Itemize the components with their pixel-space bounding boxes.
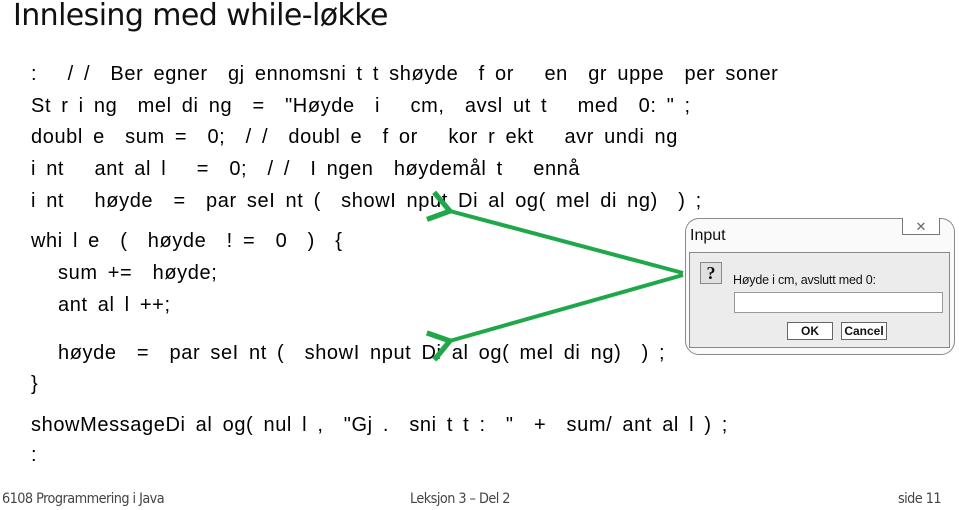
input-dialog: Input ✕ ? Høyde i cm, avslutt med 0: OK … xyxy=(685,218,955,355)
code-line-show-message: showMessageDi al og( nul l , "Gj . sni t… xyxy=(31,414,728,436)
ok-button[interactable]: OK xyxy=(787,322,833,340)
code-line-hoyde-read: høyde = par seI nt ( showI nput Di al og… xyxy=(58,342,666,364)
arrow-to-second-dialog-call xyxy=(446,273,684,342)
code-line-comment: : / / Ber egner gj ennomsni t t shøyde f… xyxy=(31,63,779,85)
code-line-sum: doubl e sum = 0; / / doubl e f or kor r … xyxy=(31,126,678,148)
arrow-to-first-dialog-call xyxy=(446,210,684,275)
code-line-sum-add: sum += høyde; xyxy=(58,262,218,284)
code-line-antall: i nt ant al l = 0; / / I ngen høydemål t… xyxy=(31,158,581,180)
dialog-panel: ? Høyde i cm, avslutt med 0: OK Cancel xyxy=(689,252,950,348)
code-line-while: whi l e ( høyde ! = 0 ) { xyxy=(31,230,343,252)
dialog-message: Høyde i cm, avslutt med 0: xyxy=(733,273,876,287)
code-line-melding: St r i ng mel di ng = "Høyde i cm, avsl … xyxy=(31,95,691,117)
code-line-hoyde-init: i nt høyde = par seI nt ( showI nput Di … xyxy=(31,190,702,212)
dialog-title: Input xyxy=(690,227,726,244)
height-input[interactable] xyxy=(734,292,943,313)
code-line-ellipsis: : xyxy=(31,444,38,466)
cancel-button[interactable]: Cancel xyxy=(841,322,887,340)
footer-lesson: Leksjon 3 – Del 2 xyxy=(410,491,510,507)
footer-page-number: side 11 xyxy=(898,491,942,507)
slide-title: Innlesing med while-løkke xyxy=(13,0,388,33)
close-button[interactable]: ✕ xyxy=(902,218,940,235)
question-icon: ? xyxy=(700,262,722,284)
footer-course: 6108 Programmering i Java xyxy=(2,491,165,507)
close-icon: ✕ xyxy=(915,218,927,234)
code-line-close-brace: } xyxy=(31,373,39,395)
code-line-antall-inc: ant al l ++; xyxy=(58,294,171,316)
